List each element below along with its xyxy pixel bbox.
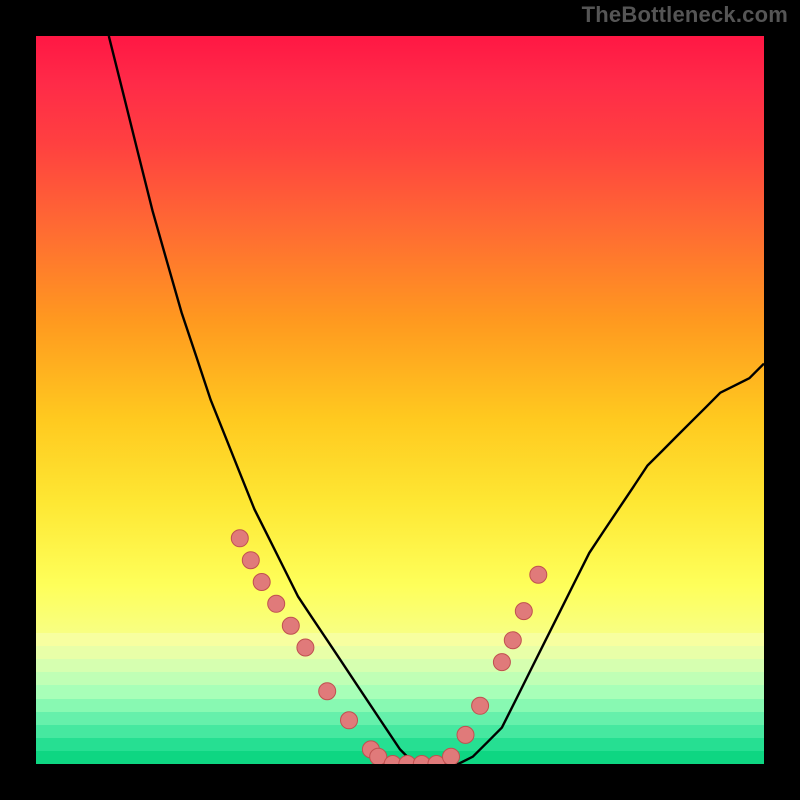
data-point — [530, 566, 547, 583]
data-point — [515, 603, 532, 620]
data-point — [253, 574, 270, 591]
data-point — [319, 683, 336, 700]
data-point — [341, 712, 358, 729]
data-point — [297, 639, 314, 656]
plot-area — [36, 36, 764, 764]
data-point — [457, 726, 474, 743]
data-point — [242, 552, 259, 569]
v-curve — [109, 36, 764, 764]
data-point — [268, 595, 285, 612]
data-point — [282, 617, 299, 634]
chart-stage: TheBottleneck.com — [0, 0, 800, 800]
watermark-text: TheBottleneck.com — [582, 2, 788, 28]
data-point — [504, 632, 521, 649]
chart-svg — [36, 36, 764, 764]
data-point — [231, 530, 248, 547]
data-point — [443, 748, 460, 764]
data-point — [472, 697, 489, 714]
data-point — [493, 654, 510, 671]
